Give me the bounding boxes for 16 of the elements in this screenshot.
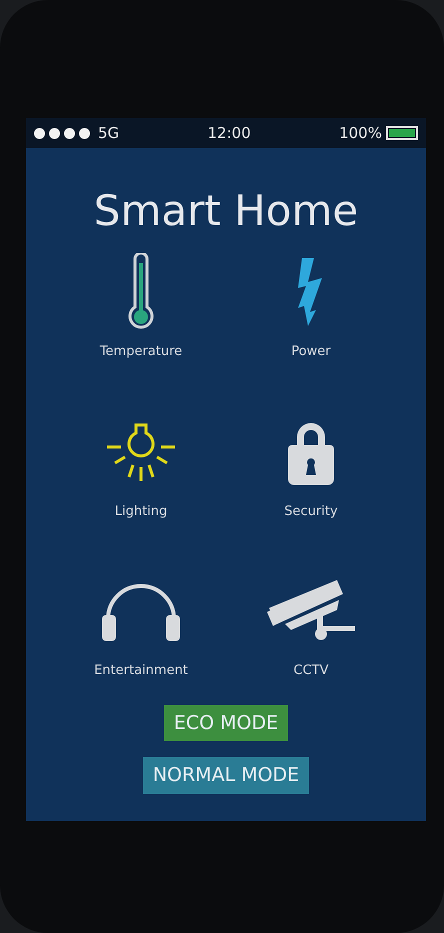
tile-label: Power — [291, 343, 331, 362]
network-label: 5G — [98, 122, 120, 144]
tile-label: Security — [284, 502, 338, 521]
mode-button[interactable]: ECO MODE — [164, 704, 288, 742]
battery-icon — [386, 126, 418, 140]
tile-label: Entertainment — [94, 662, 188, 680]
light-bulb-icon[interactable] — [105, 420, 177, 483]
tile-label: Lighting — [114, 502, 168, 521]
tile-label: CCTV — [294, 662, 328, 680]
battery-percent: 100% — [339, 122, 382, 144]
mode-button[interactable]: NORMAL MODE — [142, 757, 310, 794]
thermometer-icon[interactable] — [126, 253, 156, 332]
app-title: Smart Home — [94, 186, 358, 236]
clock: 12:00 — [208, 122, 251, 144]
tile-label: Temperature — [100, 343, 182, 362]
signal-icon — [34, 128, 90, 138]
